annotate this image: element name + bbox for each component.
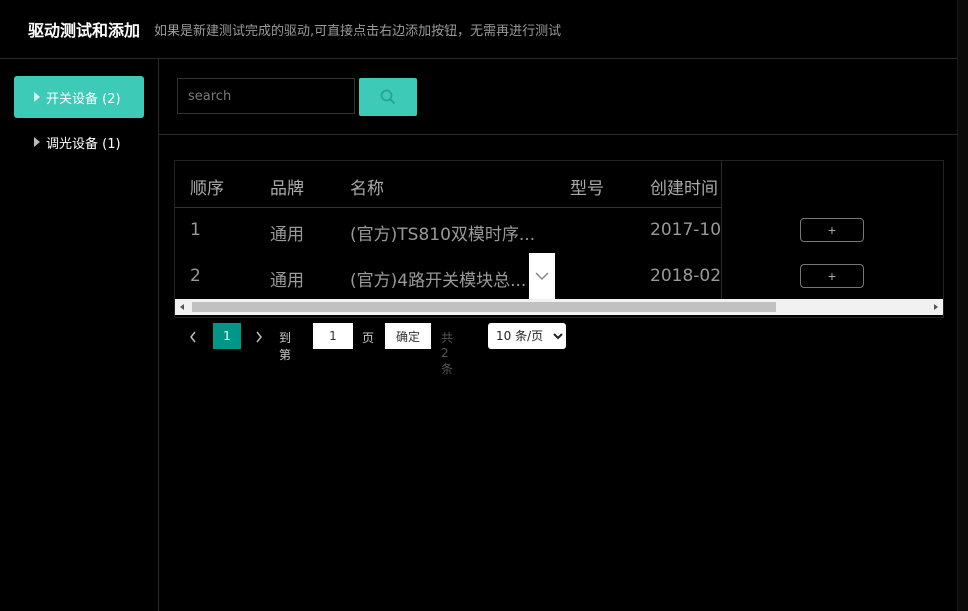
goto-page-input[interactable] [313,323,353,349]
cell-name: (官方)4路开关模块总... [350,271,527,291]
column-header-name: 名称 [350,179,384,199]
chevron-right-icon [256,331,262,343]
page-subtitle: 如果是新建测试完成的驱动,可直接点击右边添加按钮，无需再进行测试 [154,24,562,39]
current-page[interactable]: 1 [213,323,241,349]
sidebar-item-dimmer-devices[interactable]: 调光设备 (1) [14,122,144,162]
goto-suffix: 页 [362,331,375,345]
goto-prefix: 到第 [279,331,292,362]
search-button[interactable] [359,78,417,116]
cell-brand: 通用 [270,271,304,291]
driver-table: 顺序 品牌 名称 型号 创建时间 1 通用 (官方)TS810双模时序... 2… [174,160,944,318]
chevron-down-icon [535,272,549,281]
search-bar [159,59,958,135]
caret-right-icon [34,92,40,102]
column-header-brand: 品牌 [270,179,304,199]
column-header-created: 创建时间 [650,179,718,199]
chevron-left-icon [190,331,196,343]
sidebar-item-label: 调光设备 (1) [46,136,121,152]
main-content: 顺序 品牌 名称 型号 创建时间 1 通用 (官方)TS810双模时序... 2… [159,59,958,611]
sidebar: 开关设备 (2) 调光设备 (1) [0,59,159,611]
action-column: + + [721,161,943,299]
total-count: 共 2 条 [441,331,454,376]
cell-order: 2 [190,266,201,286]
header: 驱动测试和添加 如果是新建测试完成的驱动,可直接点击右边添加按钮，无需再进行测试 [0,0,958,59]
cell-name: (官方)TS810双模时序... [350,225,536,245]
table-horizontal-scrollbar[interactable] [175,299,943,315]
cell-created: 2018-02- [650,266,721,286]
page-scrollbar[interactable] [957,0,968,611]
sidebar-item-switch-devices[interactable]: 开关设备 (2) [14,76,144,118]
search-icon [380,89,396,105]
name-expand-dropdown[interactable] [529,253,555,299]
page-size-select[interactable]: 10 条/页 [488,323,566,349]
cell-created: 2017-10-1 [650,220,721,240]
page-title: 驱动测试和添加 [28,21,141,40]
scroll-left-icon[interactable] [180,304,184,310]
search-input[interactable] [177,78,355,114]
next-page-button[interactable] [248,323,270,351]
prev-page-button[interactable] [182,323,204,351]
add-driver-button[interactable]: + [800,264,864,288]
goto-confirm-button[interactable]: 确定 [385,323,431,349]
caret-right-icon [34,137,40,147]
cell-order: 1 [190,220,201,240]
column-header-order: 顺序 [190,179,224,199]
scroll-right-icon[interactable] [934,304,938,310]
sidebar-item-label: 开关设备 (2) [46,91,121,107]
scrollbar-thumb[interactable] [192,302,776,312]
column-header-model: 型号 [570,179,604,199]
cell-brand: 通用 [270,225,304,245]
add-driver-button[interactable]: + [800,218,864,242]
